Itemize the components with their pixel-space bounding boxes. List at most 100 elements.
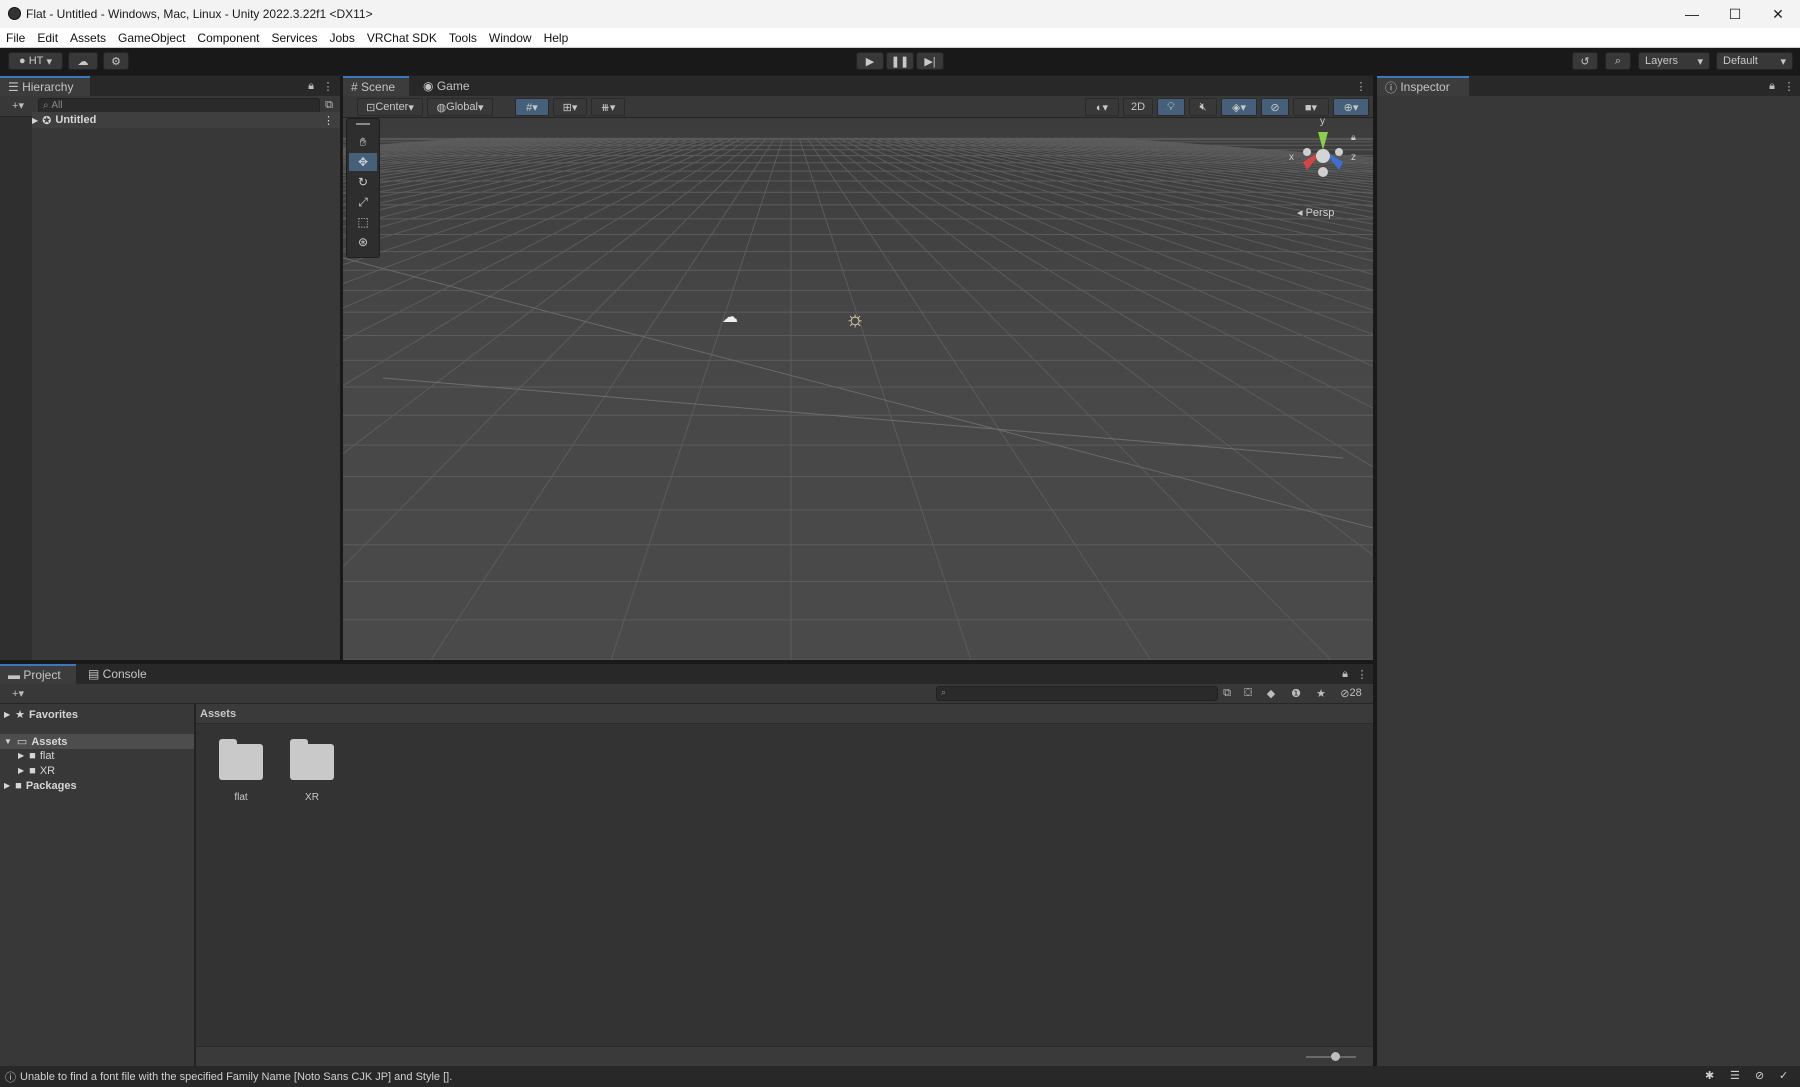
kebab-menu-icon[interactable]: ⋮ xyxy=(1783,78,1795,94)
scene-row[interactable]: ▶ ✪ Untitled ⋮ xyxy=(32,112,340,128)
menu-vrchat-sdk[interactable]: VRChat SDK xyxy=(361,31,443,45)
assets-row[interactable]: ▼ ▭ Assets xyxy=(0,734,194,749)
pause-button[interactable]: ❚❚ xyxy=(886,52,914,70)
gizmos-icon: ⊕▾ xyxy=(1343,101,1359,114)
hidden-packages-toggle[interactable]: ⊘ 28 xyxy=(1333,685,1369,701)
search-by-type-icon[interactable]: ⧉ xyxy=(322,98,336,112)
orientation-gizmo[interactable]: y x z 🔒︎ ◂ Persp xyxy=(1283,118,1363,219)
camera-gizmo-icon[interactable]: ☁ xyxy=(722,307,738,327)
star-icon[interactable]: ★ xyxy=(1312,685,1330,701)
search-by-label-icon[interactable]: ⛋ xyxy=(1239,685,1257,701)
lock-icon[interactable]: 🔒︎ xyxy=(1351,132,1356,143)
cache-server-icon[interactable]: ☰ xyxy=(1730,1069,1740,1082)
snap-toggle[interactable]: ⊞▾ xyxy=(553,98,587,116)
tree-item-flat[interactable]: ▶ ■ flat xyxy=(18,748,194,763)
close-button[interactable]: ✕ xyxy=(1756,0,1800,28)
scene-viewport[interactable]: ✋︎ ✥ ↻ ⤢ ⬚ ⊛ ☁ ☼ y x z 🔒︎ ◂ Persp xyxy=(343,118,1373,660)
progress-check-icon[interactable]: ✓ xyxy=(1779,1069,1788,1082)
menu-tools[interactable]: Tools xyxy=(443,31,483,45)
search-placeholder: All xyxy=(51,100,63,111)
draw-mode-dropdown[interactable]: ◐▾ xyxy=(1085,98,1119,116)
breadcrumb-assets[interactable]: Assets xyxy=(200,708,236,720)
hidden-objects-toggle[interactable]: ⊘ xyxy=(1261,98,1289,116)
menu-help[interactable]: Help xyxy=(538,31,575,45)
menu-file[interactable]: File xyxy=(0,31,31,45)
undo-history-button[interactable]: ↺ xyxy=(1572,52,1598,70)
pivot-dropdown[interactable]: ⊡ Center ▾ xyxy=(357,98,423,116)
project-search-input[interactable]: ⌕ xyxy=(936,686,1218,701)
search-by-type-icon[interactable]: ⧉ xyxy=(1218,685,1236,701)
project-panel: +▾ ⌕ ⧉ ⛋ ◆ ❶ ★ ⊘ 28 ▶ ★ Favorites ▼ ▭ As… xyxy=(0,684,1373,1066)
tree-item-xr[interactable]: ▶ ■ XR xyxy=(18,763,194,778)
tab-scene[interactable]: # Scene xyxy=(343,76,409,96)
hand-tool-icon[interactable]: ✋︎ xyxy=(349,133,377,151)
cloud-button[interactable]: ☁ xyxy=(68,52,98,70)
gizmos-dropdown[interactable]: ⊕▾ xyxy=(1333,98,1369,116)
project-tabbar: ▬ Project ▤ Console 🔒︎ ⋮ xyxy=(0,664,1373,684)
rotate-tool-icon[interactable]: ↻ xyxy=(349,173,377,191)
increment-snap-icon: ⧻▾ xyxy=(600,101,616,114)
effects-dropdown[interactable]: ◈▾ xyxy=(1221,98,1257,116)
folder-item-xr[interactable]: XR xyxy=(287,739,337,824)
menu-assets[interactable]: Assets xyxy=(64,31,112,45)
layout-dropdown[interactable]: Default ▾ xyxy=(1716,52,1793,70)
lighting-toggle[interactable]: 💡︎ xyxy=(1157,98,1185,116)
mode-2d-toggle[interactable]: 2D xyxy=(1123,98,1153,116)
layers-dropdown[interactable]: Layers ▾ xyxy=(1638,52,1710,70)
lock-icon[interactable]: 🔒︎ xyxy=(305,78,317,94)
persp-label[interactable]: ◂ Persp xyxy=(1297,206,1334,219)
search-button[interactable]: ⌕ xyxy=(1605,52,1631,70)
tab-inspector[interactable]: ⓘ Inspector xyxy=(1377,76,1469,96)
transform-tool-icon[interactable]: ⊛ xyxy=(349,233,377,251)
step-button[interactable]: ▶| xyxy=(916,52,944,70)
kebab-menu-icon[interactable]: ⋮ xyxy=(1355,78,1367,94)
increment-snap-toggle[interactable]: ⧻▾ xyxy=(591,98,625,116)
warning-filter-icon[interactable]: ❶ xyxy=(1287,685,1305,701)
play-button[interactable]: ▶ xyxy=(856,52,884,70)
favorites-row[interactable]: ▶ ★ Favorites xyxy=(4,707,194,722)
lock-icon[interactable]: 🔒︎ xyxy=(1766,78,1778,94)
kebab-menu-icon[interactable]: ⋮ xyxy=(323,114,334,127)
maximize-button[interactable]: ☐ xyxy=(1713,0,1757,28)
create-button[interactable]: +▾ xyxy=(6,685,30,701)
tab-game[interactable]: ◉ Game xyxy=(415,76,481,96)
camera-dropdown[interactable]: ■▾ xyxy=(1293,98,1329,116)
scale-tool-icon[interactable]: ⤢ xyxy=(349,193,377,211)
menu-services[interactable]: Services xyxy=(265,31,323,45)
lightbulb-icon: 💡︎ xyxy=(1167,100,1175,113)
favorites-label: Favorites xyxy=(29,708,78,721)
minimize-button[interactable]: — xyxy=(1670,0,1714,28)
packages-row[interactable]: ▶ ■ Packages xyxy=(4,778,194,793)
move-tool-icon[interactable]: ✥ xyxy=(349,153,377,171)
bug-icon[interactable]: ✱ xyxy=(1705,1069,1714,1082)
hierarchy-search-input[interactable]: ⌕ All xyxy=(38,98,320,113)
inspector-tabbar: ⓘ Inspector 🔒︎ ⋮ xyxy=(1377,76,1800,96)
account-dropdown[interactable]: ● HT ▾ xyxy=(8,52,63,70)
menu-gameobject[interactable]: GameObject xyxy=(112,31,191,45)
tag-icon[interactable]: ◆ xyxy=(1262,685,1280,701)
menu-component[interactable]: Component xyxy=(191,31,265,45)
palette-grip[interactable] xyxy=(356,123,370,125)
status-message[interactable]: Unable to find a font file with the spec… xyxy=(20,1071,452,1083)
tab-project[interactable]: ▬ Project xyxy=(0,664,76,684)
folder-item-flat[interactable]: flat xyxy=(216,739,266,824)
menu-jobs[interactable]: Jobs xyxy=(323,31,360,45)
grid-toggle[interactable]: #▾ xyxy=(515,98,549,116)
zoom-slider-handle[interactable] xyxy=(1331,1052,1340,1061)
menu-window[interactable]: Window xyxy=(483,31,538,45)
auto-generate-icon[interactable]: ⊘ xyxy=(1755,1069,1764,1082)
cloud-icon: ☁ xyxy=(77,55,89,68)
space-dropdown[interactable]: ◍ Global ▾ xyxy=(427,98,493,116)
sun-light-icon[interactable]: ☼ xyxy=(845,306,865,332)
tab-console[interactable]: ▤ Console xyxy=(80,664,156,684)
add-button[interactable]: +▾ xyxy=(6,97,30,113)
rect-tool-icon[interactable]: ⬚ xyxy=(349,213,377,231)
star-icon: ★ xyxy=(15,709,26,721)
audio-toggle[interactable]: 🔇︎ xyxy=(1189,98,1217,116)
tab-hierarchy[interactable]: ☰ Hierarchy xyxy=(0,76,90,96)
menu-edit[interactable]: Edit xyxy=(31,31,64,45)
collab-settings-button[interactable]: ⚙ xyxy=(103,52,129,70)
kebab-menu-icon[interactable]: ⋮ xyxy=(1356,666,1368,682)
kebab-menu-icon[interactable]: ⋮ xyxy=(322,78,334,94)
lock-icon[interactable]: 🔒︎ xyxy=(1339,666,1351,682)
